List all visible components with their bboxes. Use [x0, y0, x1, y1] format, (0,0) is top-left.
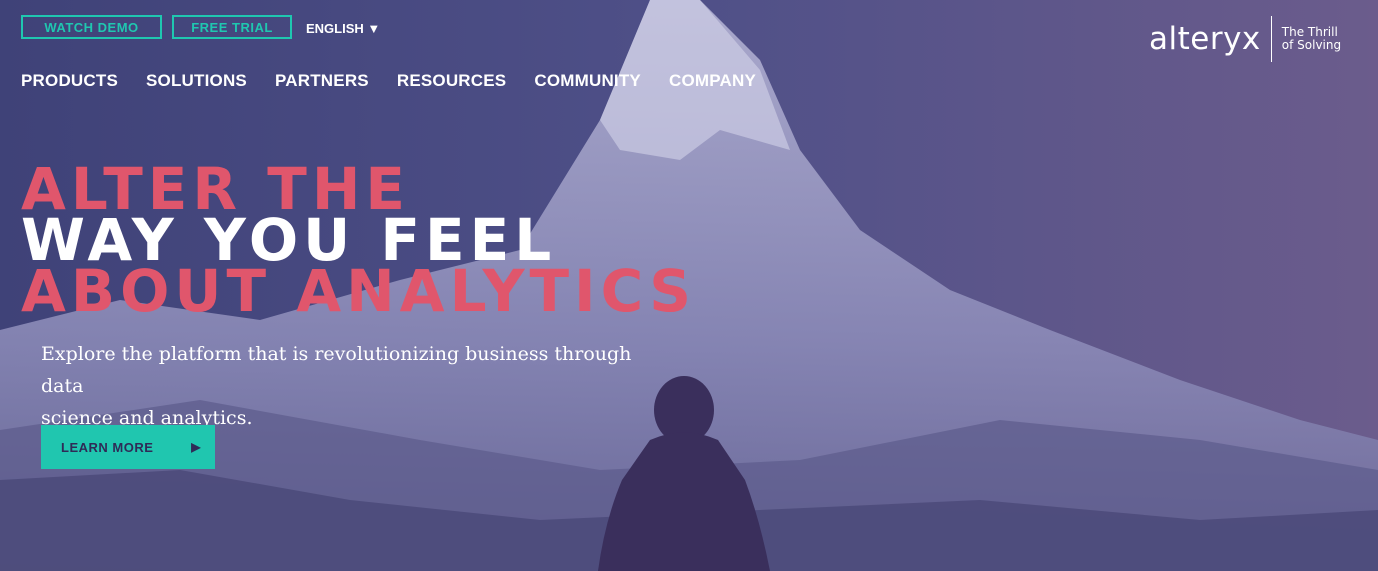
- free-trial-label: FREE TRIAL: [191, 19, 273, 35]
- main-nav: PRODUCTS SOLUTIONS PARTNERS RESOURCES CO…: [21, 71, 756, 91]
- nav-item-resources[interactable]: RESOURCES: [397, 71, 507, 91]
- learn-more-label: LEARN MORE: [61, 439, 154, 455]
- logo-wordmark: alteryx: [1149, 21, 1261, 57]
- play-arrow-icon: ▶: [191, 440, 201, 454]
- hero-headline-line3: ABOUT ANALYTICS: [21, 257, 697, 325]
- alteryx-logo[interactable]: alteryx The Thrill of Solving: [1149, 16, 1341, 62]
- logo-tagline: The Thrill of Solving: [1282, 26, 1341, 52]
- hero-subtitle: Explore the platform that is revolutioni…: [41, 338, 661, 434]
- logo-tagline-line2: of Solving: [1281, 38, 1342, 52]
- nav-item-company[interactable]: COMPANY: [669, 71, 756, 91]
- watch-demo-button[interactable]: WATCH DEMO: [21, 15, 162, 39]
- logo-divider: [1270, 16, 1272, 62]
- nav-item-solutions[interactable]: SOLUTIONS: [146, 71, 247, 91]
- nav-item-community[interactable]: COMMUNITY: [534, 71, 641, 91]
- caret-down-icon: ▼: [367, 21, 381, 36]
- language-label: ENGLISH: [306, 21, 364, 36]
- hero-subtitle-line1: Explore the platform that is revolutioni…: [41, 343, 632, 397]
- watch-demo-label: WATCH DEMO: [44, 19, 139, 35]
- free-trial-button[interactable]: FREE TRIAL: [172, 15, 292, 39]
- nav-item-products[interactable]: PRODUCTS: [21, 71, 118, 91]
- logo-tagline-line1: The Thrill: [1281, 25, 1338, 39]
- learn-more-button[interactable]: LEARN MORE ▶: [41, 425, 215, 469]
- nav-item-partners[interactable]: PARTNERS: [275, 71, 369, 91]
- language-selector[interactable]: ENGLISH ▼: [306, 21, 380, 36]
